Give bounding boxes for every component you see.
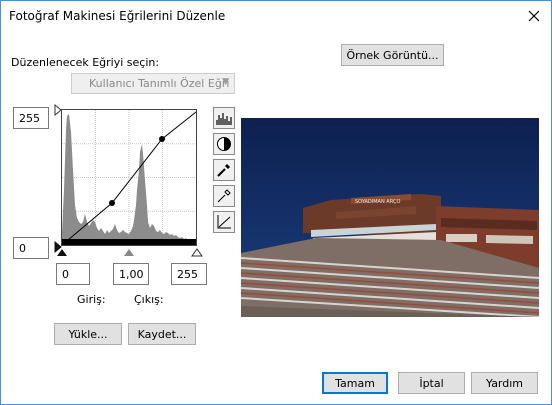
histogram-icon xyxy=(216,113,232,125)
input-min-slider[interactable] xyxy=(56,248,68,257)
gamma-field[interactable]: 1,00 xyxy=(113,263,149,285)
title-bar: Fotoğraf Makinesi Eğrilerini Düzenle xyxy=(1,1,551,31)
close-icon xyxy=(528,10,540,22)
curve-control-point[interactable] xyxy=(109,200,115,206)
load-button[interactable]: Yükle... xyxy=(54,323,122,345)
white-point-eyedropper-icon xyxy=(217,189,231,203)
input-max-slider[interactable] xyxy=(191,248,203,257)
preview-sign: SOYADIMAN ARÇO xyxy=(355,199,400,205)
preview-image: SOYADIMAN ARÇO xyxy=(241,118,539,317)
curve-select-value: Kullanıcı Tanımlı Özel Eğri xyxy=(89,77,230,90)
curve-canvas xyxy=(61,110,197,246)
gamma-slider[interactable] xyxy=(123,248,135,257)
output-label: Çıkış: xyxy=(134,293,164,306)
curve-control-point[interactable] xyxy=(159,136,165,142)
curve-select-label: Düzenlenecek Eğriyi seçin: xyxy=(11,56,160,69)
output-min-field[interactable]: 0 xyxy=(13,237,49,259)
save-button[interactable]: Kaydet... xyxy=(128,323,196,345)
contrast-icon xyxy=(217,137,231,151)
input-max-field[interactable]: 255 xyxy=(171,263,207,285)
black-point-eyedropper-button[interactable] xyxy=(213,159,235,181)
histogram xyxy=(62,114,196,245)
sample-image-button[interactable]: Örnek Görüntü... xyxy=(341,44,444,66)
window-title: Fotoğraf Makinesi Eğrilerini Düzenle xyxy=(9,9,226,23)
histogram-button[interactable] xyxy=(213,107,235,129)
curve-reset-button[interactable] xyxy=(213,211,235,233)
contrast-button[interactable] xyxy=(213,133,235,155)
ok-button[interactable]: Tamam xyxy=(322,372,388,394)
black-point-eyedropper-icon xyxy=(217,164,230,177)
input-min-field[interactable]: 0 xyxy=(56,263,90,285)
dialog-window: Fotoğraf Makinesi Eğrilerini Düzenle Düz… xyxy=(0,0,552,405)
curve-select-dropdown[interactable]: Kullanıcı Tanımlı Özel Eğri ▼ xyxy=(71,73,235,94)
help-button[interactable]: Yardım xyxy=(471,372,538,394)
curve-reset-icon xyxy=(217,215,231,229)
white-point-eyedropper-button[interactable] xyxy=(213,185,235,207)
output-max-field[interactable]: 255 xyxy=(13,107,49,129)
stadium-photo: SOYADIMAN ARÇO xyxy=(241,118,539,317)
cancel-button[interactable]: İptal xyxy=(398,372,465,394)
curve-baseline xyxy=(62,239,196,245)
chevron-down-icon: ▼ xyxy=(222,77,229,87)
curve-graph[interactable] xyxy=(61,109,197,246)
input-label: Giriş: xyxy=(77,293,106,306)
close-button[interactable] xyxy=(521,4,547,28)
